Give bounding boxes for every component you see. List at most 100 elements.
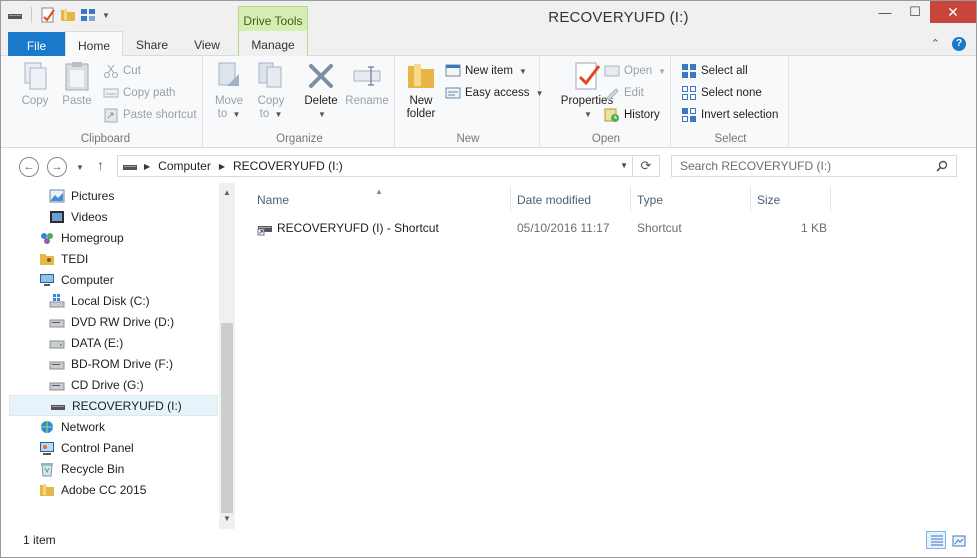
address-history-dropdown-icon[interactable]: ▼	[620, 161, 628, 170]
tab-file[interactable]: File	[8, 32, 65, 56]
breadcrumb-chevron-icon[interactable]: ▶	[219, 162, 225, 171]
nav-tree-item[interactable]: Videos	[9, 206, 218, 227]
up-arrow-icon: ↑	[97, 157, 104, 173]
paste-icon	[61, 60, 93, 92]
breadcrumb-chevron-icon[interactable]: ▶	[144, 162, 150, 171]
scrollbar-thumb[interactable]	[221, 323, 233, 513]
nav-tree-item-label: Local Disk (C:)	[71, 293, 150, 308]
move-to-button[interactable]: Move to ▼	[209, 60, 249, 121]
nav-tree-item[interactable]: TEDI	[9, 248, 218, 269]
history-button[interactable]: History	[604, 105, 660, 125]
new-group-label: New	[456, 133, 480, 145]
move-to-dropdown-icon: ▼	[232, 110, 241, 119]
open-dropdown-icon: ▼	[658, 66, 667, 76]
select-group: Select all Select none Invert selection …	[673, 56, 789, 148]
copy-path-button[interactable]: Copy path	[103, 83, 175, 103]
new-item-dropdown-icon: ▼	[518, 66, 527, 76]
open-icon	[604, 63, 620, 79]
tab-share[interactable]: Share	[125, 31, 179, 56]
collapse-ribbon-icon[interactable]: ⌃	[931, 37, 940, 51]
copy-button[interactable]: Copy	[15, 60, 55, 108]
file-row[interactable]: RECOVERYUFD (I) - Shortcut 05/10/2016 11…	[253, 218, 833, 238]
nav-tree-item-label: Recycle Bin	[61, 461, 125, 476]
back-button[interactable]: ←	[19, 157, 39, 177]
nav-tree-item-label: Homegroup	[61, 230, 124, 245]
nav-tree-item[interactable]: DVD RW Drive (D:)	[9, 311, 218, 332]
cut-button[interactable]: Cut	[103, 61, 141, 81]
scroll-up-icon[interactable]: ▲	[219, 185, 235, 201]
nav-tree-item-label: Videos	[71, 209, 108, 224]
address-bar[interactable]: ▶ Computer ▶ RECOVERYUFD (I:) ▼	[117, 155, 633, 177]
item-count: 1 item	[23, 533, 56, 547]
select-all-button[interactable]: Select all	[681, 61, 748, 81]
column-header-type[interactable]: Type	[631, 187, 751, 211]
rename-button[interactable]: Rename	[345, 60, 389, 108]
new-item-button[interactable]: New item ▼	[445, 61, 527, 81]
new-folder-button[interactable]: New folder	[401, 60, 441, 121]
clipboard-group-label: Clipboard	[80, 133, 131, 145]
file-date-modified: 05/10/2016 11:17	[517, 221, 610, 235]
nav-tree-item[interactable]: Homegroup	[9, 227, 218, 248]
refresh-button[interactable]: ⟳	[633, 155, 660, 177]
nav-tree-item-label: Network	[61, 419, 106, 434]
select-all-icon	[681, 63, 697, 79]
easy-access-button[interactable]: Easy access ▼	[445, 83, 543, 103]
copy-to-icon	[255, 60, 287, 92]
ribbon-tab-row: File Home Share View Manage ⌃ ?	[1, 31, 976, 57]
recent-locations-dropdown-icon[interactable]: ▼	[76, 163, 84, 172]
copy-to-button[interactable]: Copy to ▼	[251, 60, 291, 121]
explorer-window: ▼ RECOVERYUFD (I:) — ☐ ✕ Drive Tools Fil…	[0, 0, 977, 558]
nav-tree-item[interactable]: CD Drive (G:)	[9, 374, 218, 395]
nav-tree-item[interactable]: Control Panel	[9, 437, 218, 458]
nav-tree-item[interactable]: DATA (E:)	[9, 332, 218, 353]
nav-tree-item-label: Adobe CC 2015	[61, 482, 147, 497]
delete-x-icon	[305, 60, 337, 92]
tab-manage[interactable]: Manage	[238, 31, 308, 56]
ribbon: Copy Paste Cut Copy path Paste shortcut …	[1, 56, 976, 148]
nav-tree-item[interactable]: Local Disk (C:)	[9, 290, 218, 311]
column-header-size[interactable]: Size	[751, 187, 831, 211]
open-button[interactable]: Open ▼	[604, 61, 666, 81]
tab-home[interactable]: Home	[65, 31, 123, 57]
navigation-pane-scrollbar[interactable]: ▲ ▼	[219, 183, 235, 529]
sort-ascending-icon: ▲	[375, 187, 383, 196]
nav-tree-item[interactable]: RECOVERYUFD (I:)	[9, 395, 218, 416]
close-button[interactable]: ✕	[930, 1, 976, 23]
forward-button[interactable]: →	[47, 157, 67, 177]
window-controls: — ☐ ✕	[870, 1, 976, 23]
up-button[interactable]: ↑	[97, 157, 104, 173]
file-list: Name ▲ Date modified Type Size RECOVERYU…	[237, 183, 976, 529]
file-name: RECOVERYUFD (I) - Shortcut	[277, 221, 439, 235]
large-icons-view-button[interactable]	[948, 531, 968, 549]
folder-icon	[39, 482, 55, 498]
nav-tree-item[interactable]: BD-ROM Drive (F:)	[9, 353, 218, 374]
invert-selection-button[interactable]: Invert selection	[681, 105, 778, 125]
properties-check-icon	[571, 60, 603, 92]
details-view-button[interactable]	[926, 531, 946, 549]
paste-button[interactable]: Paste	[57, 60, 97, 108]
tab-view[interactable]: View	[181, 31, 233, 56]
user-folder-icon	[39, 251, 55, 267]
select-none-button[interactable]: Select none	[681, 83, 762, 103]
back-arrow-icon: ←	[23, 161, 35, 173]
scroll-down-icon[interactable]: ▼	[219, 511, 235, 527]
help-icon[interactable]: ?	[952, 37, 966, 51]
column-header-name[interactable]: Name ▲	[251, 187, 511, 211]
column-header-date-modified[interactable]: Date modified	[511, 187, 631, 211]
breadcrumb-computer[interactable]: Computer	[158, 159, 211, 173]
nav-tree-item[interactable]: Recycle Bin	[9, 458, 218, 479]
nav-tree-item[interactable]: Pictures	[9, 185, 218, 206]
breadcrumb-recoveryufd[interactable]: RECOVERYUFD (I:)	[233, 159, 343, 173]
maximize-button[interactable]: ☐	[900, 1, 930, 23]
search-input[interactable]: Search RECOVERYUFD (I:)	[671, 155, 957, 177]
nav-tree-item[interactable]: Network	[9, 416, 218, 437]
select-none-icon	[681, 85, 697, 101]
minimize-button[interactable]: —	[870, 1, 900, 23]
move-to-icon	[213, 60, 245, 92]
delete-button[interactable]: Delete ▼	[299, 60, 343, 121]
nav-tree-item[interactable]: Adobe CC 2015	[9, 479, 218, 500]
nav-tree-item[interactable]: Computer	[9, 269, 218, 290]
paste-shortcut-button[interactable]: Paste shortcut	[103, 105, 197, 125]
new-group: New folder New item ▼ Easy access ▼ New	[397, 56, 543, 148]
edit-button[interactable]: Edit	[604, 83, 644, 103]
